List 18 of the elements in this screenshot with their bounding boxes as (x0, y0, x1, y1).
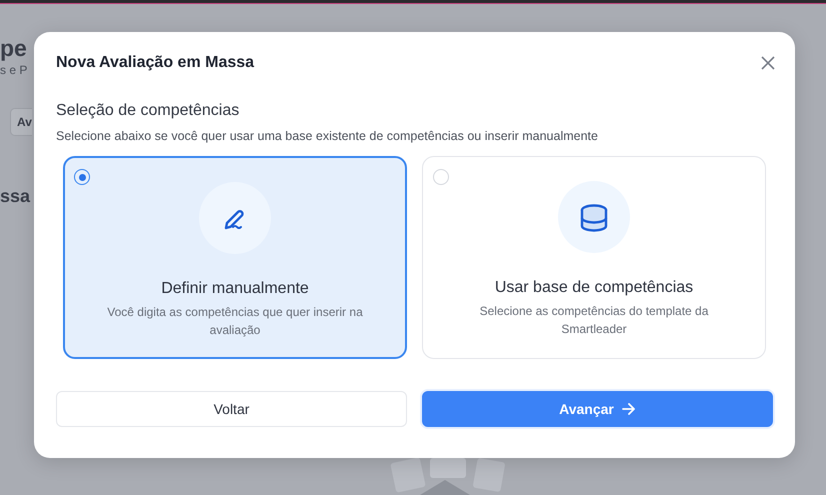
option-title: Definir manualmente (161, 280, 309, 298)
dialog-title: Nova Avaliação em Massa (56, 54, 254, 72)
section-title: ssa (0, 186, 30, 207)
option-title: Usar base de competências (494, 279, 694, 297)
next-button[interactable]: Avançar (422, 391, 773, 427)
filter-button[interactable]: Av (10, 108, 32, 136)
option-description: Selecione as competências do template da Smartleader (478, 303, 710, 338)
arrow-right-icon (622, 403, 636, 415)
close-icon[interactable] (761, 56, 775, 70)
option-description: Você digita as competências que quer inserir na avaliação (106, 304, 364, 339)
section-title: Seleção de competências (56, 102, 240, 120)
back-button[interactable]: Voltar (56, 391, 407, 427)
page-subtitle: s e P (0, 62, 28, 78)
section-description: Selecione abaixo se você quer usar uma base existente de competências ou inserir manualmente (56, 129, 599, 143)
option-card[interactable]: Usar base de competências Selecione as competências do template da Smartleader (422, 156, 766, 359)
radio-button[interactable] (74, 169, 90, 185)
option-card[interactable]: Definir manualmente Você digita as competências que quer inserir na avaliação (63, 156, 407, 359)
page-title: pe (0, 34, 27, 62)
